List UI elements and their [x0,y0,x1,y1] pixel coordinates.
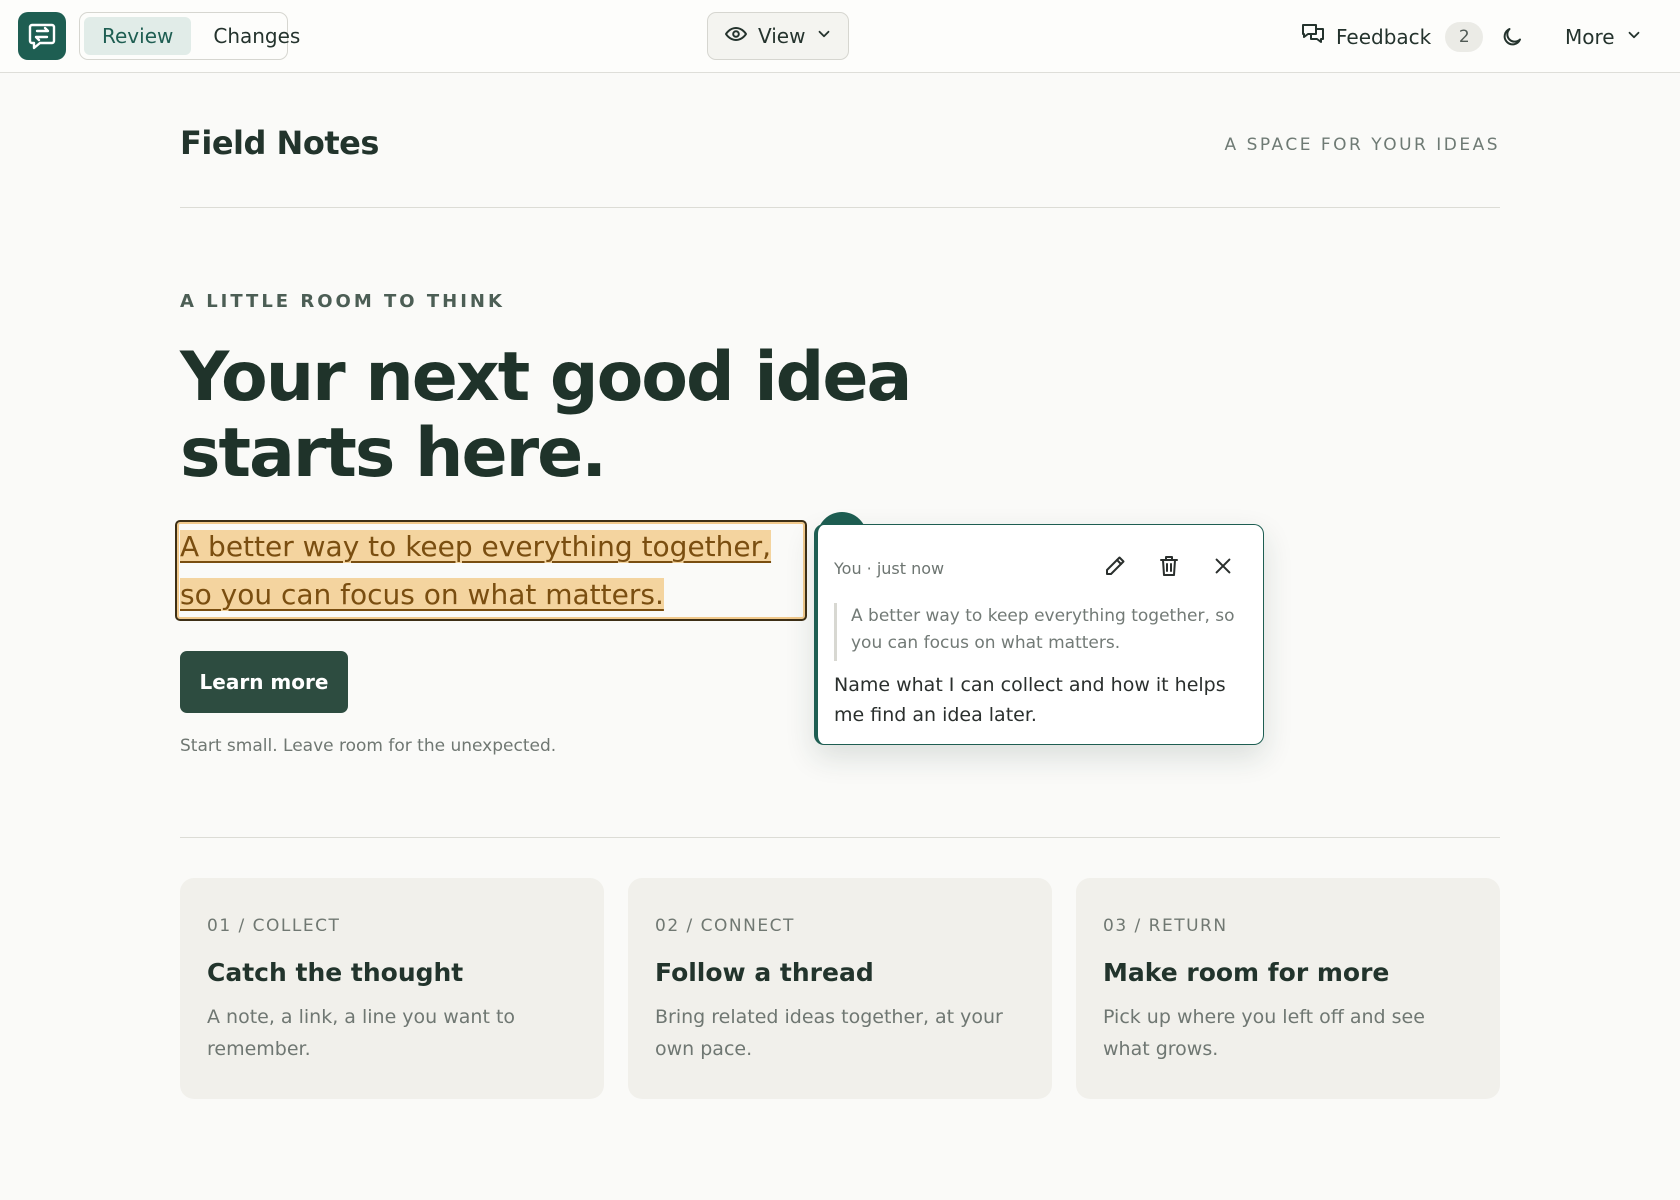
hero-eyebrow: A LITTLE ROOM TO THINK [180,291,505,312]
hero-headline: Your next good idea starts here. [180,338,912,493]
card-kicker: 01 / COLLECT [207,916,341,936]
card-text: Bring related ideas together, at your ow… [655,1006,1003,1060]
card-kicker: 03 / RETURN [1103,916,1228,936]
hero-helper-text: Start small. Leave room for the unexpect… [180,736,557,756]
app-logo-swap-chat-icon[interactable] [18,12,66,60]
view-dropdown-button[interactable]: View [707,12,849,60]
close-icon[interactable] [1208,551,1238,581]
chat-bubbles-icon [1300,22,1326,53]
theme-toggle-moon-icon[interactable] [1494,20,1530,54]
card-title: Catch the thought [207,958,464,987]
trash-icon[interactable] [1154,551,1184,581]
site-tagline: A SPACE FOR YOUR IDEAS [1224,135,1500,155]
card-title: Follow a thread [655,958,874,987]
hero-subline-highlighted[interactable]: A better way to keep everything together… [180,523,800,619]
site-brand[interactable]: Field Notes [180,124,379,162]
mode-switcher: Review Changes [79,12,300,60]
feature-card-return: 03 / RETURN Make room for more Pick up w… [1076,878,1500,1099]
card-text: A note, a link, a line you want to remem… [207,1006,516,1060]
comment-quoted-text: A better way to keep everything together… [834,603,1244,661]
more-label: More [1565,25,1615,49]
comment-meta: You · just now [834,559,945,578]
eye-icon [724,22,748,51]
card-title: Make room for more [1103,958,1390,987]
section-divider [180,837,1500,838]
pencil-icon[interactable] [1100,551,1130,581]
tab-review[interactable]: Review [84,17,192,55]
more-menu-button[interactable]: More [1565,16,1643,58]
chevron-down-icon [815,24,833,48]
feedback-button[interactable]: Feedback 2 [1300,16,1484,58]
commented-text-highlight[interactable]: A better way to keep everything together… [180,530,772,611]
card-text: Pick up where you left off and see what … [1103,1006,1425,1060]
view-label: View [758,24,806,48]
chevron-down-icon [1625,25,1643,49]
feedback-label: Feedback [1336,25,1432,49]
feature-card-collect: 01 / COLLECT Catch the thought A note, a… [180,878,604,1099]
learn-more-button[interactable]: Learn more [180,651,348,713]
header-divider [180,207,1500,208]
feedback-count-badge: 2 [1445,22,1484,52]
feature-card-connect: 02 / CONNECT Follow a thread Bring relat… [628,878,1052,1099]
top-toolbar: Review Changes View Feedback 2 More [0,0,1680,73]
card-kicker: 02 / CONNECT [655,916,795,936]
tab-changes[interactable]: Changes [195,17,318,55]
comment-body: Name what I can collect and how it helps… [834,674,1226,726]
comment-popover: You · just now A better way to keep ever… [814,524,1264,745]
